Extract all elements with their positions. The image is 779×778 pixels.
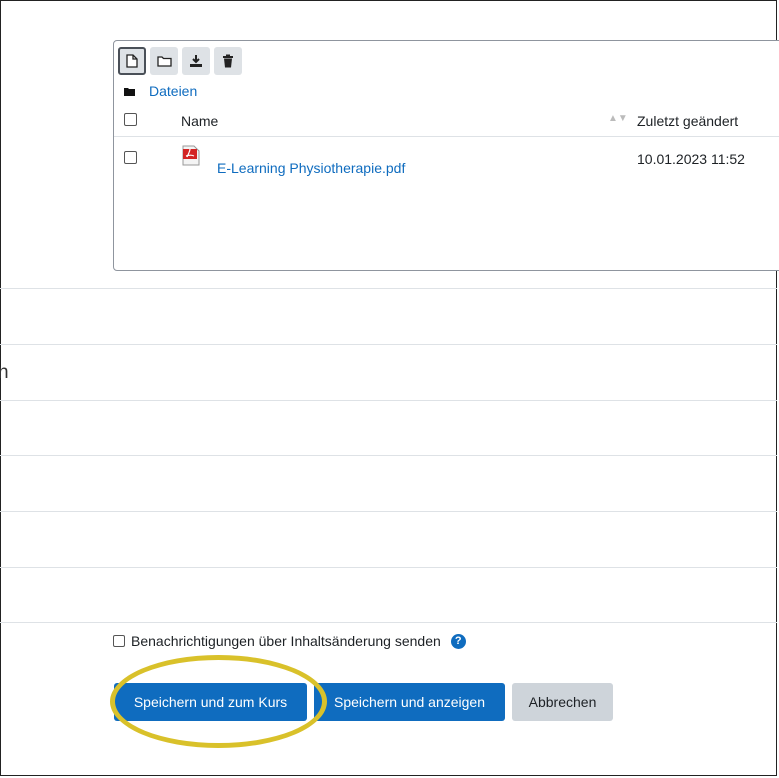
delete-button[interactable] bbox=[214, 47, 242, 75]
path-link[interactable]: Dateien bbox=[149, 83, 197, 99]
download-button[interactable] bbox=[182, 47, 210, 75]
highlight-ellipse bbox=[110, 655, 327, 748]
add-file-button[interactable] bbox=[118, 47, 146, 75]
divider bbox=[0, 455, 777, 456]
file-table-header: Name ▲▼ Zuletzt geändert bbox=[114, 109, 779, 137]
divider bbox=[0, 400, 777, 401]
file-icon bbox=[126, 54, 138, 68]
divider bbox=[0, 567, 777, 568]
create-folder-button[interactable] bbox=[150, 47, 178, 75]
select-all-checkbox[interactable] bbox=[124, 113, 137, 126]
column-modified[interactable]: Zuletzt geändert bbox=[637, 113, 738, 129]
trash-icon bbox=[223, 54, 233, 68]
truncated-section-label: n bbox=[0, 362, 9, 383]
file-link[interactable]: E-Learning Physiotherapie.pdf bbox=[217, 160, 405, 176]
row-checkbox[interactable] bbox=[124, 151, 137, 164]
divider bbox=[0, 288, 777, 289]
table-row: E-Learning Physiotherapie.pdf 10.01.2023… bbox=[114, 145, 779, 176]
divider bbox=[0, 622, 777, 623]
download-icon bbox=[190, 55, 202, 67]
save-and-display-button[interactable]: Speichern und anzeigen bbox=[314, 683, 505, 721]
sort-icon[interactable]: ▲▼ bbox=[608, 113, 628, 124]
file-toolbar bbox=[118, 47, 242, 75]
breadcrumb: Dateien bbox=[124, 83, 197, 99]
file-manager: Dateien Name ▲▼ Zuletzt geändert E-Learn… bbox=[113, 40, 779, 271]
column-name[interactable]: Name bbox=[181, 113, 218, 129]
divider bbox=[0, 344, 777, 345]
notify-label[interactable]: Benachrichtigungen über Inhaltsänderung … bbox=[131, 633, 441, 649]
cancel-button[interactable]: Abbrechen bbox=[512, 683, 613, 721]
folder-icon bbox=[156, 56, 172, 67]
pdf-file-icon[interactable] bbox=[182, 145, 200, 166]
help-icon[interactable]: ? bbox=[450, 633, 466, 649]
file-modified: 10.01.2023 11:52 bbox=[637, 151, 745, 167]
notify-checkbox[interactable] bbox=[113, 635, 125, 647]
divider bbox=[0, 511, 777, 512]
folder-icon bbox=[124, 87, 135, 96]
notify-option: Benachrichtigungen über Inhaltsänderung … bbox=[113, 633, 466, 649]
